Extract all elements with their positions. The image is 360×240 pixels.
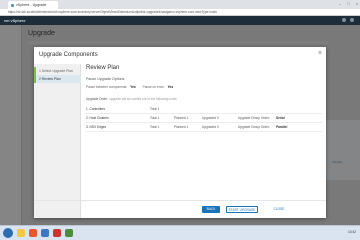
user-icon[interactable] bbox=[342, 18, 346, 22]
component-name: 3. NSX Edges bbox=[86, 125, 107, 129]
component-planned: Planned 1 bbox=[174, 125, 189, 129]
app-logo: vm vSphere bbox=[4, 18, 26, 23]
component-name: 1. Controllers bbox=[86, 107, 105, 111]
group-order-label: Upgrade Group Order: bbox=[238, 116, 270, 120]
component-upgraded: Upgraded 0 bbox=[202, 116, 219, 120]
firefox-icon[interactable] bbox=[29, 229, 37, 237]
tab-title: vSphere - Upgrade bbox=[16, 3, 47, 7]
group-order-value: Parallel bbox=[276, 125, 288, 129]
wizard-steps: 1 Select Upgrade Plan 2 Review Plan bbox=[34, 64, 81, 218]
pause-options-row: Pause between components: Yes Pause on e… bbox=[86, 85, 173, 89]
component-total: Total 1 bbox=[150, 107, 160, 111]
upgrade-order-label: Upgrade Order: upgrade will be carried o… bbox=[86, 97, 177, 101]
browser-tab-bar: vSphere - Upgrade – □ × bbox=[0, 0, 360, 9]
window-close-icon[interactable]: × bbox=[356, 1, 358, 6]
component-upgraded: Upgraded 0 bbox=[202, 125, 219, 129]
step-select-upgrade-plan[interactable]: 1 Select Upgrade Plan bbox=[34, 67, 81, 75]
folder-icon[interactable] bbox=[17, 229, 25, 237]
address-bar: https://vc.lab.local/ui/#/extensionId=vs… bbox=[0, 9, 360, 16]
dialog-title: Upgrade Components bbox=[39, 52, 98, 58]
group-order-value: Serial bbox=[276, 116, 285, 120]
pause-on-error-label: Pause on error: bbox=[142, 85, 165, 89]
pause-between-value: Yes bbox=[130, 85, 136, 89]
review-plan-title: Review Plan bbox=[86, 65, 120, 71]
minimize-icon[interactable]: – bbox=[339, 1, 341, 6]
upgrade-order-title: Upgrade Order: bbox=[86, 97, 109, 101]
help-icon[interactable] bbox=[350, 18, 354, 22]
maximize-icon[interactable]: □ bbox=[347, 1, 349, 6]
pause-between-label: Pause between components: bbox=[86, 85, 128, 89]
pause-options-label: Pause Upgrade Options bbox=[86, 77, 125, 81]
app-icon[interactable] bbox=[41, 229, 49, 237]
back-button[interactable]: BACK bbox=[202, 206, 220, 213]
header-icons bbox=[342, 18, 354, 22]
close-button[interactable]: CLOSE bbox=[272, 206, 286, 213]
favicon-icon bbox=[11, 3, 14, 7]
start-upgrade-button[interactable]: START UPGRADE bbox=[226, 206, 258, 213]
group-order-label: Upgrade Group Order: bbox=[238, 125, 270, 129]
taskbar: 10:42 bbox=[0, 225, 360, 240]
review-plan-content: Review Plan Pause Upgrade Options Pause … bbox=[86, 64, 322, 214]
upgrade-order-hint: upgrade will be carried out in the follo… bbox=[109, 97, 178, 101]
component-total: Total 1 bbox=[150, 116, 160, 120]
app-header: vm vSphere bbox=[0, 16, 360, 25]
browser-tab[interactable]: vSphere - Upgrade bbox=[8, 1, 58, 9]
component-total: Total 1 bbox=[150, 125, 160, 129]
app-icon[interactable] bbox=[53, 229, 61, 237]
table-row: 3. NSX Edges Total 1 Planned 1 Upgraded … bbox=[86, 123, 322, 132]
upgrade-order-table: 1. Controllers Total 1 2. Host Clusters … bbox=[86, 105, 322, 132]
window-controls: – □ × bbox=[339, 1, 358, 6]
start-menu-icon[interactable] bbox=[3, 228, 13, 238]
url-input[interactable]: https://vc.lab.local/ui/#/extensionId=vs… bbox=[8, 10, 328, 15]
clock: 10:42 bbox=[348, 230, 356, 234]
table-row: 1. Controllers Total 1 bbox=[86, 105, 322, 114]
pause-on-error-value: Yes bbox=[167, 85, 174, 89]
component-name: 2. Host Clusters bbox=[86, 116, 109, 120]
app-icon[interactable] bbox=[65, 229, 73, 237]
table-row: 2. Host Clusters Total 1 Planned 1 Upgra… bbox=[86, 114, 322, 123]
upgrade-components-dialog: Upgrade Components × 1 Select Upgrade Pl… bbox=[34, 47, 326, 218]
dialog-footer: BACK START UPGRADE CLOSE bbox=[34, 200, 326, 218]
close-icon[interactable]: × bbox=[318, 50, 322, 57]
step-review-plan[interactable]: 2 Review Plan bbox=[34, 75, 81, 83]
component-planned: Planned 1 bbox=[174, 116, 189, 120]
